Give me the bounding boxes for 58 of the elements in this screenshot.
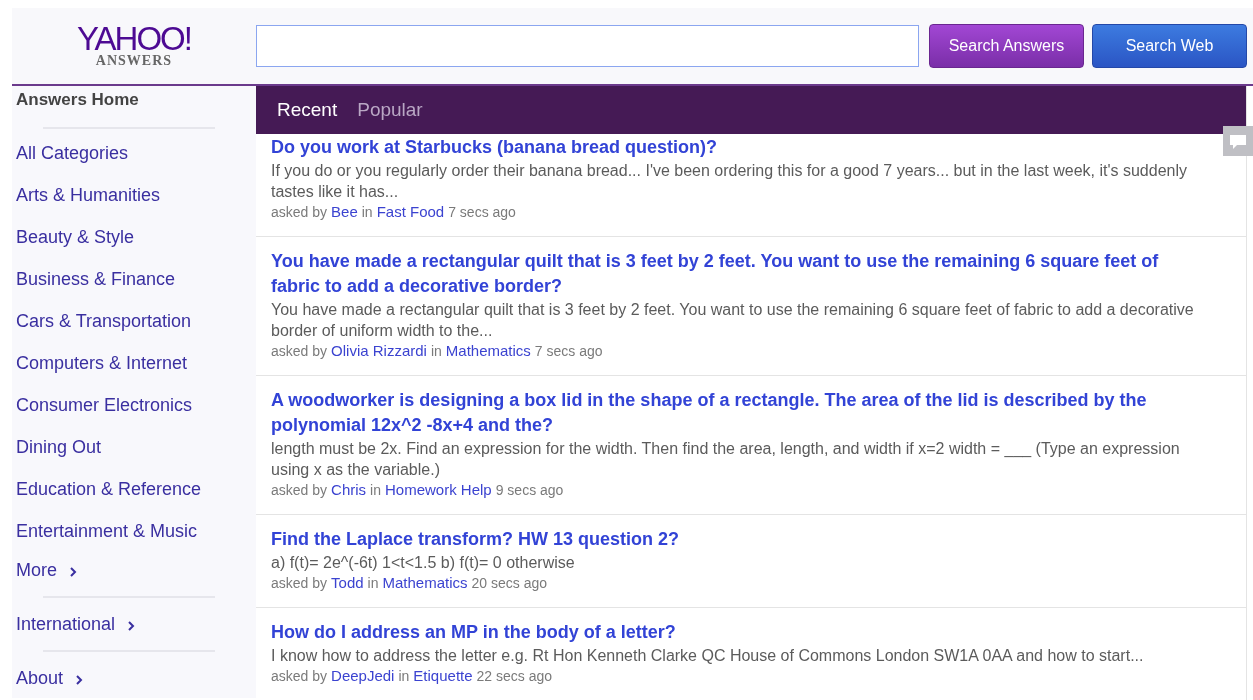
meta-label: in bbox=[370, 481, 381, 500]
logo[interactable]: YAHOO! ANSWERS bbox=[77, 24, 191, 68]
asker-link[interactable]: Olivia Rizzardi bbox=[331, 341, 427, 360]
category-link[interactable]: All Categories bbox=[16, 132, 129, 174]
meta-label: asked by bbox=[271, 481, 328, 500]
time-ago: 7 secs ago bbox=[534, 342, 603, 361]
sidebar-heading[interactable]: Answers Home bbox=[16, 90, 139, 110]
meta-label: in bbox=[398, 667, 410, 686]
category-link[interactable]: Fast Food bbox=[376, 202, 445, 221]
category-link[interactable]: Beauty & Style bbox=[16, 216, 135, 258]
asker-link[interactable]: Chris bbox=[331, 480, 367, 499]
category-link[interactable]: Cars & Transportation bbox=[16, 300, 192, 342]
tab[interactable]: Popular bbox=[357, 95, 423, 125]
time-ago: 22 secs ago bbox=[476, 667, 553, 686]
search-field[interactable] bbox=[256, 25, 919, 67]
meta-label: asked by bbox=[271, 203, 328, 222]
meta-label: asked by bbox=[271, 342, 328, 361]
meta-label: asked by bbox=[271, 667, 328, 686]
category-link[interactable]: Entertainment & Music bbox=[16, 510, 198, 552]
category-link[interactable]: Homework Help bbox=[384, 480, 492, 499]
category-link[interactable]: Arts & Humanities bbox=[16, 174, 161, 216]
category-link[interactable]: Mathematics bbox=[382, 573, 468, 592]
meta-label: in bbox=[430, 342, 442, 361]
question-title[interactable]: Do you work at Starbucks (banana bread question)? bbox=[271, 135, 1206, 160]
meta-label: asked by bbox=[271, 574, 328, 593]
asker-link[interactable]: DeepJedi bbox=[331, 666, 395, 685]
category-link[interactable]: Dining Out bbox=[16, 426, 102, 468]
time-ago: 7 secs ago bbox=[448, 203, 516, 222]
meta-label: in bbox=[367, 574, 379, 593]
question-excerpt: I know how to address the letter e.g. Rt Hon Kenneth Clarke QC House of Commons London SW1A 0AA and how to start... bbox=[271, 646, 1145, 666]
time-ago: 9 secs ago bbox=[495, 481, 564, 500]
chevron-icon bbox=[69, 566, 77, 578]
question-excerpt: length must be 2x. Find an expression for the width. Then find the area, length, and width if x=2 width = ___ (Type an expression using x as the variable.) bbox=[271, 439, 1181, 480]
meta-label: in bbox=[361, 203, 373, 222]
category-link[interactable]: Mathematics bbox=[445, 341, 531, 360]
asker-link[interactable]: Todd bbox=[331, 573, 364, 592]
category-link[interactable]: Consumer Electronics bbox=[16, 384, 193, 426]
category-link[interactable]: Etiquette bbox=[413, 666, 473, 685]
question-title[interactable]: You have made a rectangular quilt that is 3 feet by 2 feet. You want to use the remaining 6 square feet of fabric to add a decorative border? bbox=[271, 249, 1206, 299]
chevron-icon bbox=[127, 620, 136, 632]
question-title[interactable]: How do I address an MP in the body of a letter? bbox=[271, 620, 1206, 645]
question-excerpt: You have made a rectangular quilt that is 3 feet by 2 feet. You want to use the remaining 6 square feet of fabric to add a decorative border of uniform width to the... bbox=[271, 300, 1195, 341]
expand-link[interactable]: More bbox=[16, 552, 77, 588]
question-excerpt: If you do or you regularly order their banana bread... I've been ordering this for a good 7 years... but in the last week, it's suddenly tastes like it has... bbox=[271, 161, 1188, 202]
question-title[interactable]: Find the Laplace transform? HW 13 question 2? bbox=[271, 527, 1206, 552]
expand-link[interactable]: International bbox=[16, 606, 136, 642]
question-title[interactable]: A woodworker is designing a box lid in the shape of a rectangle. The area of the lid is described by the polynomial 12x^2 -8x+4 and the? bbox=[271, 388, 1206, 438]
search-button[interactable]: Search Answers bbox=[929, 24, 1084, 68]
category-link[interactable]: Education & Reference bbox=[16, 468, 202, 510]
category-link[interactable]: Computers & Internet bbox=[16, 342, 188, 384]
chevron-icon bbox=[75, 674, 84, 686]
tab[interactable]: Recent bbox=[277, 95, 338, 125]
asker-link[interactable]: Bee bbox=[331, 202, 358, 221]
expand-link[interactable]: About bbox=[16, 660, 84, 696]
search-button[interactable]: Search Web bbox=[1092, 24, 1247, 68]
time-ago: 20 secs ago bbox=[471, 574, 547, 593]
question-excerpt: a) f(t)= 2e^(-6t) 1<t<1.5 b) f(t)= 0 otherwise bbox=[271, 553, 576, 573]
category-link[interactable]: Business & Finance bbox=[16, 258, 176, 300]
